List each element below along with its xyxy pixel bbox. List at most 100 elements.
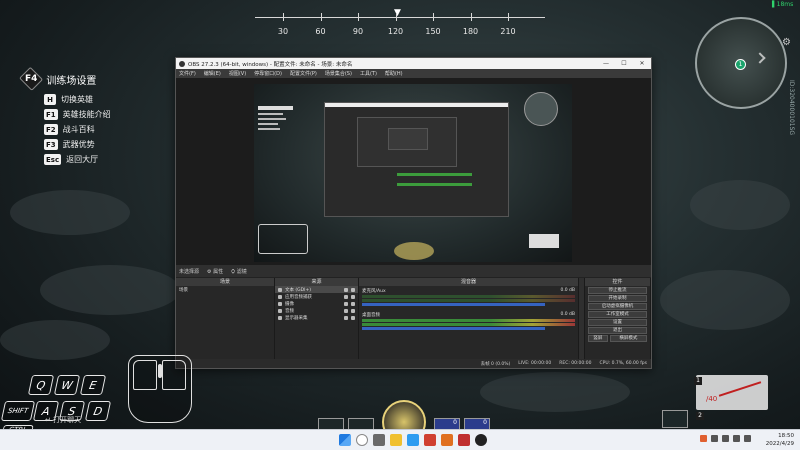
chat-hint: ↵ 打开聊天 [45,415,81,425]
edge-icon[interactable] [407,434,419,446]
control-button[interactable]: 启动虚拟摄像机 [588,303,647,310]
menu-item[interactable]: 编辑(E) [204,70,221,77]
training-menu-item-label: 战斗百科 [62,125,95,134]
task-view-icon[interactable] [373,434,385,446]
lock-icon[interactable] [351,301,355,306]
obs-taskbar-icon[interactable] [475,434,487,446]
landscape-mode-button[interactable]: 横屏模式 [609,335,647,342]
lock-icon[interactable] [351,287,355,292]
file-explorer-icon[interactable] [390,434,402,446]
rock [480,372,630,412]
rock [690,180,790,230]
control-button[interactable]: 开始录制 [588,295,647,302]
compass-tick [283,13,284,21]
compass-tick [358,13,359,21]
training-menu-item[interactable]: F1 英雄技能介绍 [44,107,192,122]
close-button[interactable]: ✕ [633,60,651,67]
network-icon[interactable] [722,435,729,442]
windows-start-icon[interactable] [339,434,351,446]
control-button[interactable]: 工作室模式 [588,311,647,318]
lock-icon[interactable] [351,308,355,313]
compass: ▼ 30 60 90 120 150 180 210 [255,8,545,42]
weapon-panel: 1 /40 [694,375,768,410]
hotkey-badge: F2 [44,124,58,135]
source-item-label: 文本 (GDI+) [285,287,311,293]
compass-tick [320,13,322,21]
mouse-left-button [133,360,157,390]
visibility-eye-icon[interactable] [344,301,348,306]
key-shift: SHIFT [0,401,36,421]
training-menu-item[interactable]: F2 战斗百科 [44,122,192,137]
training-menu-title-row[interactable]: F4 训练场设置 [19,66,192,92]
filters-button[interactable]: ⛭ 滤镜 [231,268,247,275]
blade-icon [718,381,762,397]
menu-item[interactable]: 工具(T) [360,70,377,77]
tray-app-icon[interactable] [700,435,707,442]
training-menu-item[interactable]: H 切换英雄 [44,92,192,107]
weapon-slot-2[interactable]: 2 [696,412,704,420]
menu-item[interactable]: 场景集合(S) [325,70,352,77]
nested-preview [357,117,457,167]
source-toolbar: 未选择源 ⚙ 属性 ⛭ 滤镜 [176,265,651,278]
source-item[interactable]: 摄像 [275,300,358,307]
source-type-icon [278,294,282,299]
source-item[interactable]: 应用音频捕获 [275,293,358,300]
visibility-eye-icon[interactable] [344,308,348,313]
key-e: E [79,375,107,395]
preview-image [254,84,572,262]
minimap[interactable]: 1 [695,17,787,109]
visibility-eye-icon[interactable] [344,294,348,299]
hotkey-badge: H [44,94,56,105]
obs-preview[interactable] [176,78,651,265]
controls-dock: 控件 停止推流 开始录制 启动虚拟摄像机 工作室模式 设置 退出 竖屏 横屏模式 [585,278,651,368]
training-menu-item[interactable]: F3 武器优势 [44,137,192,152]
gear-icon[interactable]: ⚙ [782,37,791,48]
game-launcher-icon[interactable] [441,434,453,446]
portrait-button[interactable]: 竖屏 [588,335,608,342]
menu-item[interactable]: 帮助(H) [385,70,403,77]
scenes-dock: 场景 场景 + − ∧ ∨ [176,278,275,368]
maximize-button[interactable]: ☐ [615,60,633,67]
key-w: W [53,375,81,395]
control-button[interactable]: 停止推流 [588,287,647,294]
search-icon[interactable] [356,434,368,446]
game-icon[interactable] [458,434,470,446]
volume-slider[interactable] [362,327,546,330]
obs-titlebar[interactable]: OBS 27.2.3 (64-bit, windows) - 配置文件: 未命名… [176,58,651,69]
training-menu-item-label: 英雄技能介绍 [62,110,111,119]
weapon-slot-1[interactable]: 1 [694,377,702,385]
lock-icon[interactable] [351,294,355,299]
source-item[interactable]: 音频 [275,307,358,314]
player-marker: 1 [735,59,746,70]
properties-button[interactable]: ⚙ 属性 [207,268,223,275]
battery-icon[interactable] [744,435,751,442]
minimize-button[interactable]: — [597,60,615,67]
dropped-frames: 丢帧 0 (0.0%) [480,361,511,367]
app-icon[interactable] [424,434,436,446]
training-menu-item-label: 返回大厅 [66,155,99,164]
source-item[interactable]: 文本 (GDI+) [275,286,358,293]
control-button[interactable]: 退出 [588,327,647,334]
compass-label: 210 [500,27,516,36]
training-menu-item[interactable]: Esc 返回大厅 [44,152,192,167]
training-menu-item-label: 武器优势 [62,140,95,149]
taskbar-clock[interactable]: 18:50 2022/4/29 [760,432,794,448]
visibility-eye-icon[interactable] [344,315,348,320]
training-menu-item-label: 切换英雄 [61,95,93,104]
nested-weapon [529,234,559,248]
scene-item[interactable]: 场景 [176,286,274,293]
visibility-eye-icon[interactable] [344,287,348,292]
menu-item[interactable]: 配置文件(P) [290,70,317,77]
obs-title: OBS 27.2.3 (64-bit, windows) - 配置文件: 未命名… [188,61,353,68]
volume-icon[interactable] [733,435,740,442]
key-d: D [84,401,112,421]
chevron-up-icon[interactable] [711,435,718,442]
volume-slider[interactable] [362,303,546,306]
source-item[interactable]: 显示器采集 [275,314,358,321]
menu-item[interactable]: 文件(F) [179,70,196,77]
item-slot[interactable] [662,410,688,428]
menu-item[interactable]: 视图(V) [229,70,246,77]
control-button[interactable]: 设置 [588,319,647,326]
menu-item[interactable]: 停靠窗口(D) [254,70,282,77]
lock-icon[interactable] [351,315,355,320]
